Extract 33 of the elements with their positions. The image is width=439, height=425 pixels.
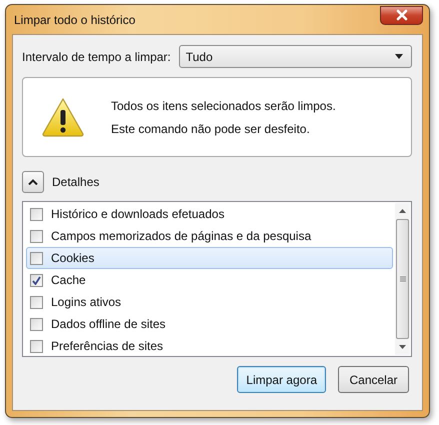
dialog-button[interactable]: Cancelar <box>338 366 409 393</box>
scrollbar-thumb[interactable] <box>396 219 409 339</box>
close-button[interactable] <box>380 6 423 24</box>
scroll-up-icon <box>399 209 406 213</box>
checkbox[interactable] <box>30 296 43 308</box>
list-item[interactable]: Dados offline de sites <box>26 313 393 335</box>
checkbox[interactable] <box>30 318 43 330</box>
window-title: Limpar todo o histórico <box>13 12 136 26</box>
details-toggle-button[interactable] <box>22 171 44 193</box>
list-item[interactable]: Cookies <box>26 247 393 269</box>
list-item[interactable]: Preferências de sites <box>26 335 393 355</box>
checkbox[interactable] <box>30 340 43 352</box>
details-label: Detalhes <box>52 175 100 189</box>
list-item[interactable]: Histórico e downloads efetuados <box>26 203 393 225</box>
collapse-icon <box>28 179 38 185</box>
warning-text: Este comando não pode ser desfeito. <box>111 122 311 136</box>
close-icon <box>394 9 408 21</box>
warning-icon <box>41 97 85 137</box>
range-label: Intervalo de tempo a limpar: <box>22 50 171 64</box>
list-item[interactable]: Cache <box>26 269 393 291</box>
checkbox[interactable] <box>30 230 43 242</box>
dropdown-arrow-icon <box>395 54 403 59</box>
grip-icon <box>400 276 406 282</box>
dialog-button[interactable]: Limpar agora <box>237 366 326 393</box>
list-item[interactable]: Campos memorizados de páginas e da pesquisa <box>26 225 393 247</box>
checkbox[interactable] <box>30 274 43 286</box>
scroll-down-icon <box>399 345 406 349</box>
warning-text: Todos os itens selecionados serão limpos. <box>111 98 336 112</box>
checkbox[interactable] <box>30 252 43 264</box>
list-item[interactable]: Logins ativos <box>26 291 393 313</box>
range-dropdown[interactable]: Tudo <box>178 45 412 68</box>
scrollbar[interactable] <box>395 203 410 355</box>
checkbox[interactable] <box>30 208 43 220</box>
